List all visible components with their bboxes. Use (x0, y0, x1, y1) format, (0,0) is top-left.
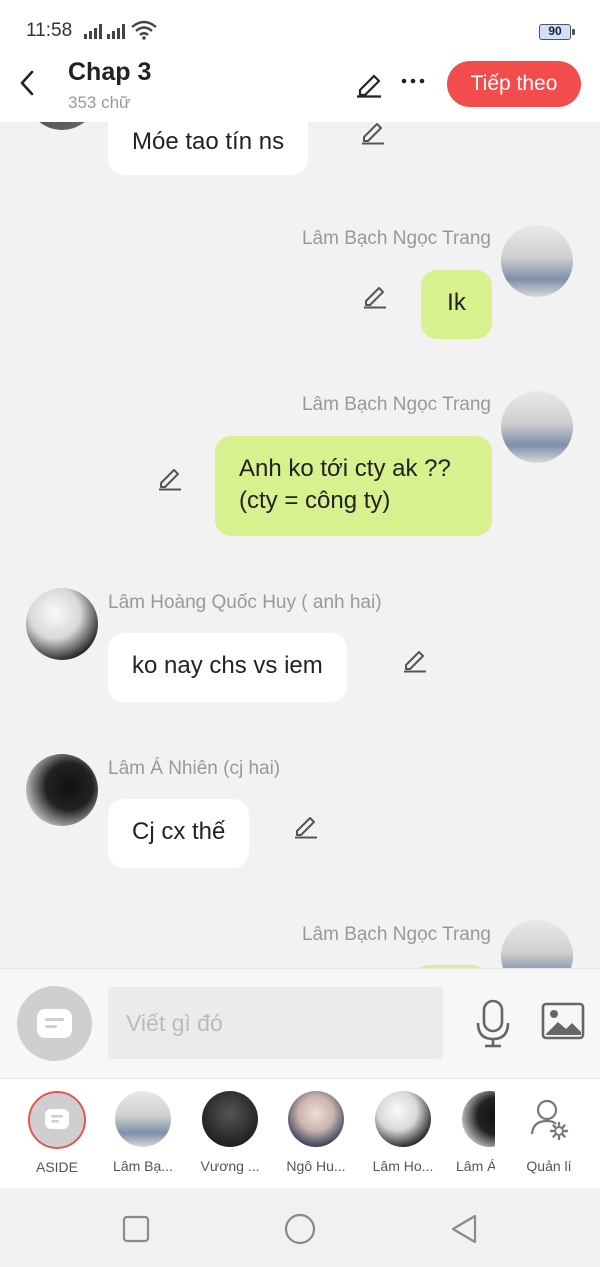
character-bar: ASIDE Lâm Bạ... Vương ... Ngô Hu... Lâm … (0, 1078, 600, 1188)
pencil-icon[interactable] (354, 68, 384, 98)
pencil-icon[interactable] (361, 282, 389, 310)
character-item[interactable]: Lâm Bạ... (107, 1091, 179, 1174)
speaker-name: Lâm Bạch Ngọc Trang (301, 394, 491, 415)
character-item[interactable]: Ngô Hu... (280, 1091, 352, 1174)
character-label: Ngô Hu... (286, 1158, 346, 1174)
character-item[interactable]: Lâm Ho... (367, 1091, 439, 1174)
pencil-icon[interactable] (156, 464, 184, 492)
avatar (202, 1091, 258, 1147)
character-label: Quản lí (526, 1158, 572, 1174)
avatar (375, 1091, 431, 1147)
back-arrow-icon[interactable] (14, 66, 42, 100)
message-input[interactable] (108, 987, 443, 1059)
pencil-icon[interactable] (292, 812, 320, 840)
character-item[interactable]: Vương ... (194, 1091, 266, 1174)
chat-area[interactable]: Móe tao tín ns Lâm Bạch Ngọc Trang Ik Lâ… (0, 122, 600, 968)
avatar[interactable] (501, 225, 573, 297)
system-nav-bar (0, 1188, 600, 1267)
speaker-name: Lâm Bạch Ngọc Trang (301, 924, 491, 945)
message-bubble[interactable]: Ik (421, 270, 492, 339)
message-bubble[interactable]: Anh ko tới cty ak ?? (cty = công ty) (215, 436, 492, 536)
signal-icon (107, 23, 125, 39)
signal-icon (84, 23, 102, 39)
chapter-header: Chap 3 353 chữ Tiếp theo (0, 58, 600, 122)
character-label: Lâm Ho... (372, 1158, 434, 1174)
avatar (115, 1091, 171, 1147)
message-bubble[interactable]: ko nay chs vs iem (108, 633, 347, 702)
battery-icon: 90 (539, 24, 575, 40)
microphone-icon[interactable] (473, 999, 513, 1049)
status-bar: 11:58 90 (0, 0, 600, 58)
character-label: Lâm Bạ... (113, 1158, 173, 1174)
manage-user-icon (530, 1099, 569, 1141)
avatar[interactable] (501, 920, 573, 968)
next-chapter-button[interactable]: Tiếp theo (447, 61, 581, 107)
avatar (288, 1091, 344, 1147)
character-label: Lâm Á (456, 1158, 495, 1174)
manage-characters-button[interactable]: Quản lí (513, 1091, 585, 1174)
message-composer (0, 968, 600, 1078)
speaker-name: Lâm Hoàng Quốc Huy ( anh hai) (108, 592, 382, 613)
word-count: 353 chữ (68, 93, 131, 112)
circle-icon[interactable] (283, 1212, 317, 1246)
wifi-icon (131, 20, 157, 40)
pencil-icon[interactable] (359, 122, 387, 146)
avatar[interactable] (26, 588, 98, 660)
aside-icon (28, 1091, 86, 1149)
speaker-name: Lâm Bạch Ngọc Trang (301, 228, 491, 249)
image-icon[interactable] (541, 1002, 585, 1042)
square-icon[interactable] (119, 1212, 153, 1246)
avatar[interactable] (26, 122, 98, 130)
character-item[interactable]: Lâm Á (453, 1091, 495, 1174)
status-time: 11:58 (26, 20, 73, 41)
avatar[interactable] (26, 754, 98, 826)
aside-icon (37, 1009, 72, 1038)
more-dots-icon[interactable] (400, 66, 426, 96)
character-label: ASIDE (35, 1159, 78, 1175)
speaker-name: Lâm Á Nhiên (cj hai) (108, 758, 281, 779)
page-title: Chap 3 (68, 58, 152, 86)
triangle-back-icon[interactable] (447, 1212, 481, 1246)
message-bubble[interactable]: Móe tao tín ns (108, 122, 309, 175)
pencil-icon[interactable] (401, 646, 429, 674)
character-aside[interactable]: ASIDE (21, 1091, 93, 1175)
message-bubble[interactable]: Cj cx thế (108, 799, 250, 868)
aside-button[interactable] (17, 986, 92, 1061)
character-label: Vương ... (200, 1158, 260, 1174)
avatar[interactable] (501, 391, 573, 463)
avatar (462, 1091, 495, 1147)
